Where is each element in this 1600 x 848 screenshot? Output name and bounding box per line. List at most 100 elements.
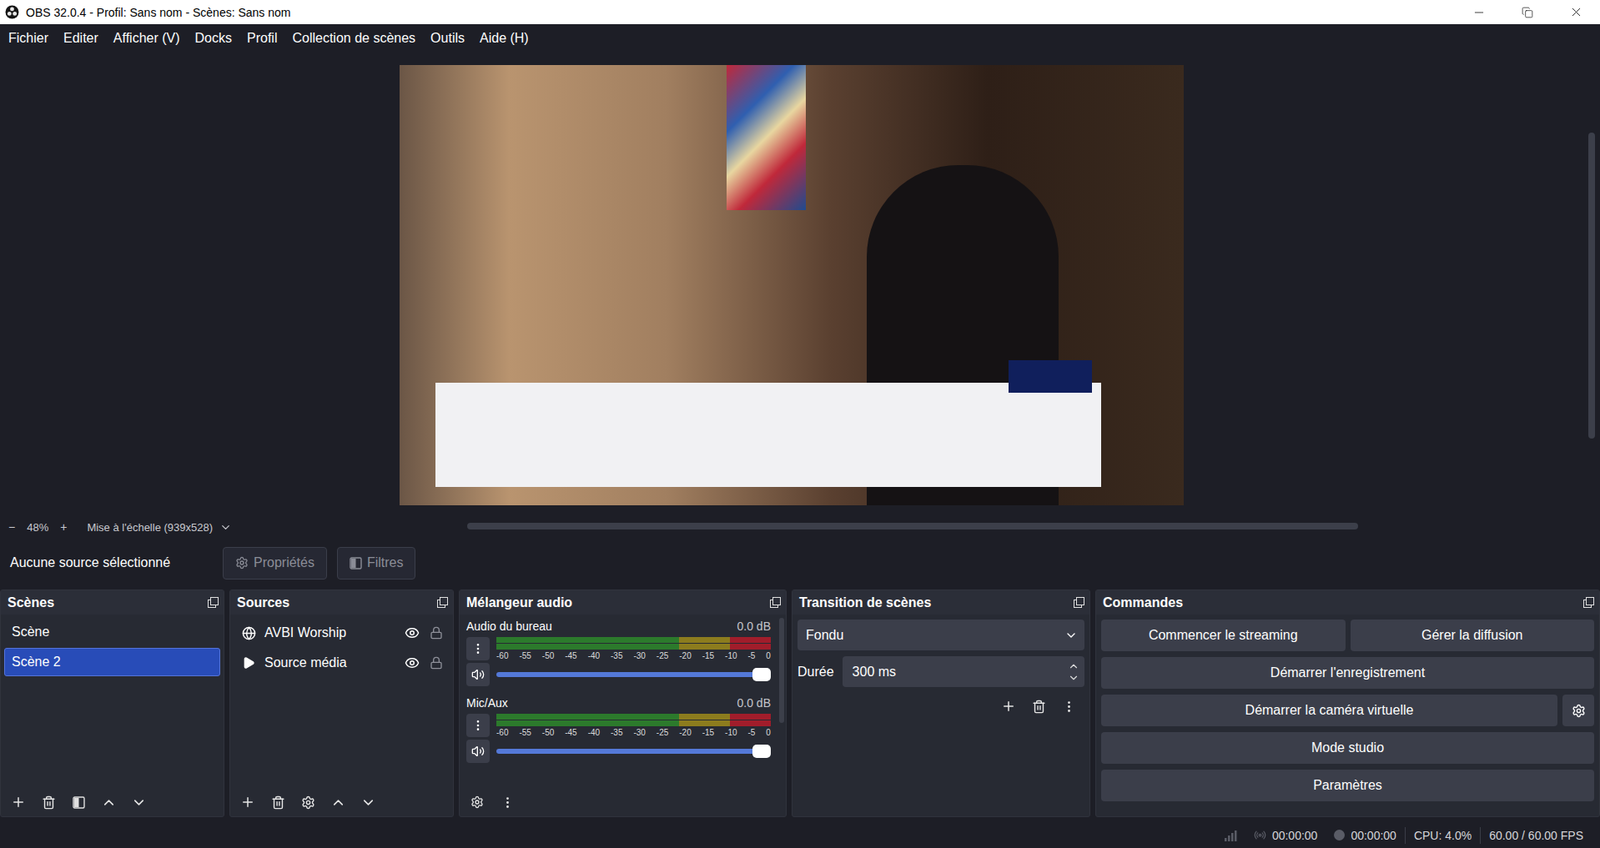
scale-mode[interactable]: Mise à l'échelle (939x528) (75, 521, 220, 534)
move-up-button[interactable] (95, 789, 121, 816)
meter-tick: -10 (724, 728, 737, 738)
step-up-icon[interactable] (1067, 660, 1080, 673)
volume-slider[interactable] (496, 749, 771, 755)
control-button[interactable]: Gérer la diffusion (1350, 619, 1595, 652)
undock-icon[interactable] (207, 597, 219, 609)
channel-menu-button[interactable] (466, 637, 490, 661)
add-button[interactable] (996, 694, 1022, 720)
menu-item[interactable]: Outils (422, 30, 473, 46)
remove-button[interactable] (1026, 694, 1052, 720)
volume-slider[interactable] (496, 672, 771, 678)
meter-tick: -50 (542, 728, 554, 738)
minimize-button[interactable] (1454, 0, 1504, 25)
dock-title: Mélangeur audio (466, 595, 573, 611)
menu-item[interactable]: Docks (187, 30, 240, 46)
scroll-thumb[interactable] (779, 618, 785, 724)
close-button[interactable] (1551, 0, 1600, 25)
control-button[interactable]: Mode studio (1101, 732, 1595, 765)
virtual-camera-settings-button[interactable] (1562, 694, 1595, 727)
control-button[interactable]: Démarrer la caméra virtuelle (1101, 694, 1558, 727)
dock-header[interactable]: Commandes (1096, 590, 1600, 615)
selected-source-label: Aucune source sélectionné (10, 555, 213, 571)
duration-spinbox[interactable]: 300 ms (842, 656, 1085, 688)
visibility-toggle[interactable] (403, 654, 421, 672)
move-down-button[interactable] (125, 789, 151, 816)
restore-button[interactable] (1503, 0, 1552, 25)
move-up-button[interactable] (325, 789, 351, 816)
zoom-out-button[interactable]: − (0, 520, 24, 534)
dock-header[interactable]: Mélangeur audio (459, 590, 786, 615)
meter-tick: -45 (564, 651, 577, 661)
source-item[interactable]: Source média (233, 648, 450, 679)
menu-item[interactable]: Editer (55, 30, 106, 46)
scene-item[interactable]: Scène 2 (4, 648, 221, 677)
speaker-icon (471, 744, 485, 759)
menu-item[interactable]: Afficher (V) (105, 30, 188, 46)
scene-filters-button[interactable] (65, 789, 91, 816)
menu-bar: FichierEditerAfficher (V)DocksProfilColl… (0, 24, 1600, 52)
eye-icon (404, 625, 420, 641)
remove-button[interactable] (265, 789, 291, 816)
vertical-scrollbar[interactable] (1583, 51, 1600, 519)
controls-row: Démarrer la caméra virtuelle (1101, 694, 1595, 727)
mute-button[interactable] (466, 663, 490, 687)
transition-select[interactable]: Fondu (797, 619, 1085, 651)
mute-button[interactable] (466, 739, 490, 764)
visibility-toggle[interactable] (403, 624, 421, 642)
meter-tick: -5 (747, 728, 755, 738)
meter-tick: -35 (610, 728, 623, 738)
mixer-menu-button[interactable] (494, 789, 520, 816)
dock-title: Transition de scènes (799, 595, 931, 611)
slider-handle[interactable] (752, 744, 771, 759)
slider-handle[interactable] (752, 668, 771, 682)
cpu-usage: CPU: 4.0% (1413, 829, 1472, 843)
source-properties-button[interactable] (295, 789, 321, 816)
remove-button[interactable] (35, 789, 61, 816)
dock-header[interactable]: Sources (230, 590, 453, 615)
horizontal-scrollbar[interactable] (243, 523, 1582, 532)
scroll-thumb[interactable] (467, 523, 1359, 530)
add-button[interactable] (5, 789, 31, 816)
plus-icon (1001, 699, 1017, 715)
preview-canvas[interactable] (399, 65, 1184, 506)
docks-row: Scènes ScèneScène 2 Sources AVBI Worship Sou… (0, 581, 1600, 823)
undock-icon[interactable] (1583, 597, 1595, 609)
dropdown-caret-icon[interactable] (219, 521, 232, 534)
lock-icon (429, 626, 443, 640)
minimize-icon (1472, 5, 1486, 20)
undock-icon[interactable] (437, 597, 448, 609)
lock-toggle[interactable] (427, 654, 445, 672)
control-button[interactable]: Démarrer l'enregistrement (1101, 657, 1595, 690)
advanced-audio-button[interactable] (464, 789, 490, 816)
undock-icon[interactable] (769, 597, 781, 609)
dock-title: Scènes (7, 595, 55, 611)
dock-header[interactable]: Transition de scènes (792, 590, 1090, 615)
transition-menu-button[interactable] (1056, 694, 1082, 720)
step-down-icon[interactable] (1067, 672, 1080, 685)
menu-item[interactable]: Profil (239, 30, 285, 46)
source-name: Source média (264, 655, 397, 671)
lock-toggle[interactable] (427, 624, 445, 642)
mixer-scrollbar[interactable] (777, 614, 786, 789)
scroll-thumb[interactable] (1588, 132, 1595, 439)
reference-badge (1008, 360, 1092, 393)
control-button[interactable]: Commencer le streaming (1101, 619, 1346, 652)
source-item[interactable]: AVBI Worship (233, 618, 450, 649)
add-button[interactable] (235, 789, 261, 816)
move-down-button[interactable] (355, 789, 381, 816)
meter-strip (496, 644, 771, 650)
context-bar: Aucune source sélectionné Propriétés Filtr… (0, 536, 1600, 582)
properties-button[interactable]: Propriétés (222, 547, 328, 580)
menu-item[interactable]: Collection de scènes (284, 30, 423, 46)
dock-header[interactable]: Scènes (0, 590, 224, 615)
zoom-in-button[interactable]: + (51, 520, 76, 534)
undock-icon[interactable] (1073, 597, 1085, 609)
meter-tick: -35 (610, 651, 623, 661)
channel-menu-button[interactable] (466, 714, 490, 738)
gear-icon (470, 795, 484, 810)
menu-item[interactable]: Fichier (0, 30, 56, 46)
scene-item[interactable]: Scène (4, 618, 221, 647)
menu-item[interactable]: Aide (H) (472, 30, 537, 46)
filters-button[interactable]: Filtres (337, 547, 417, 580)
control-button[interactable]: Paramètres (1101, 769, 1595, 802)
